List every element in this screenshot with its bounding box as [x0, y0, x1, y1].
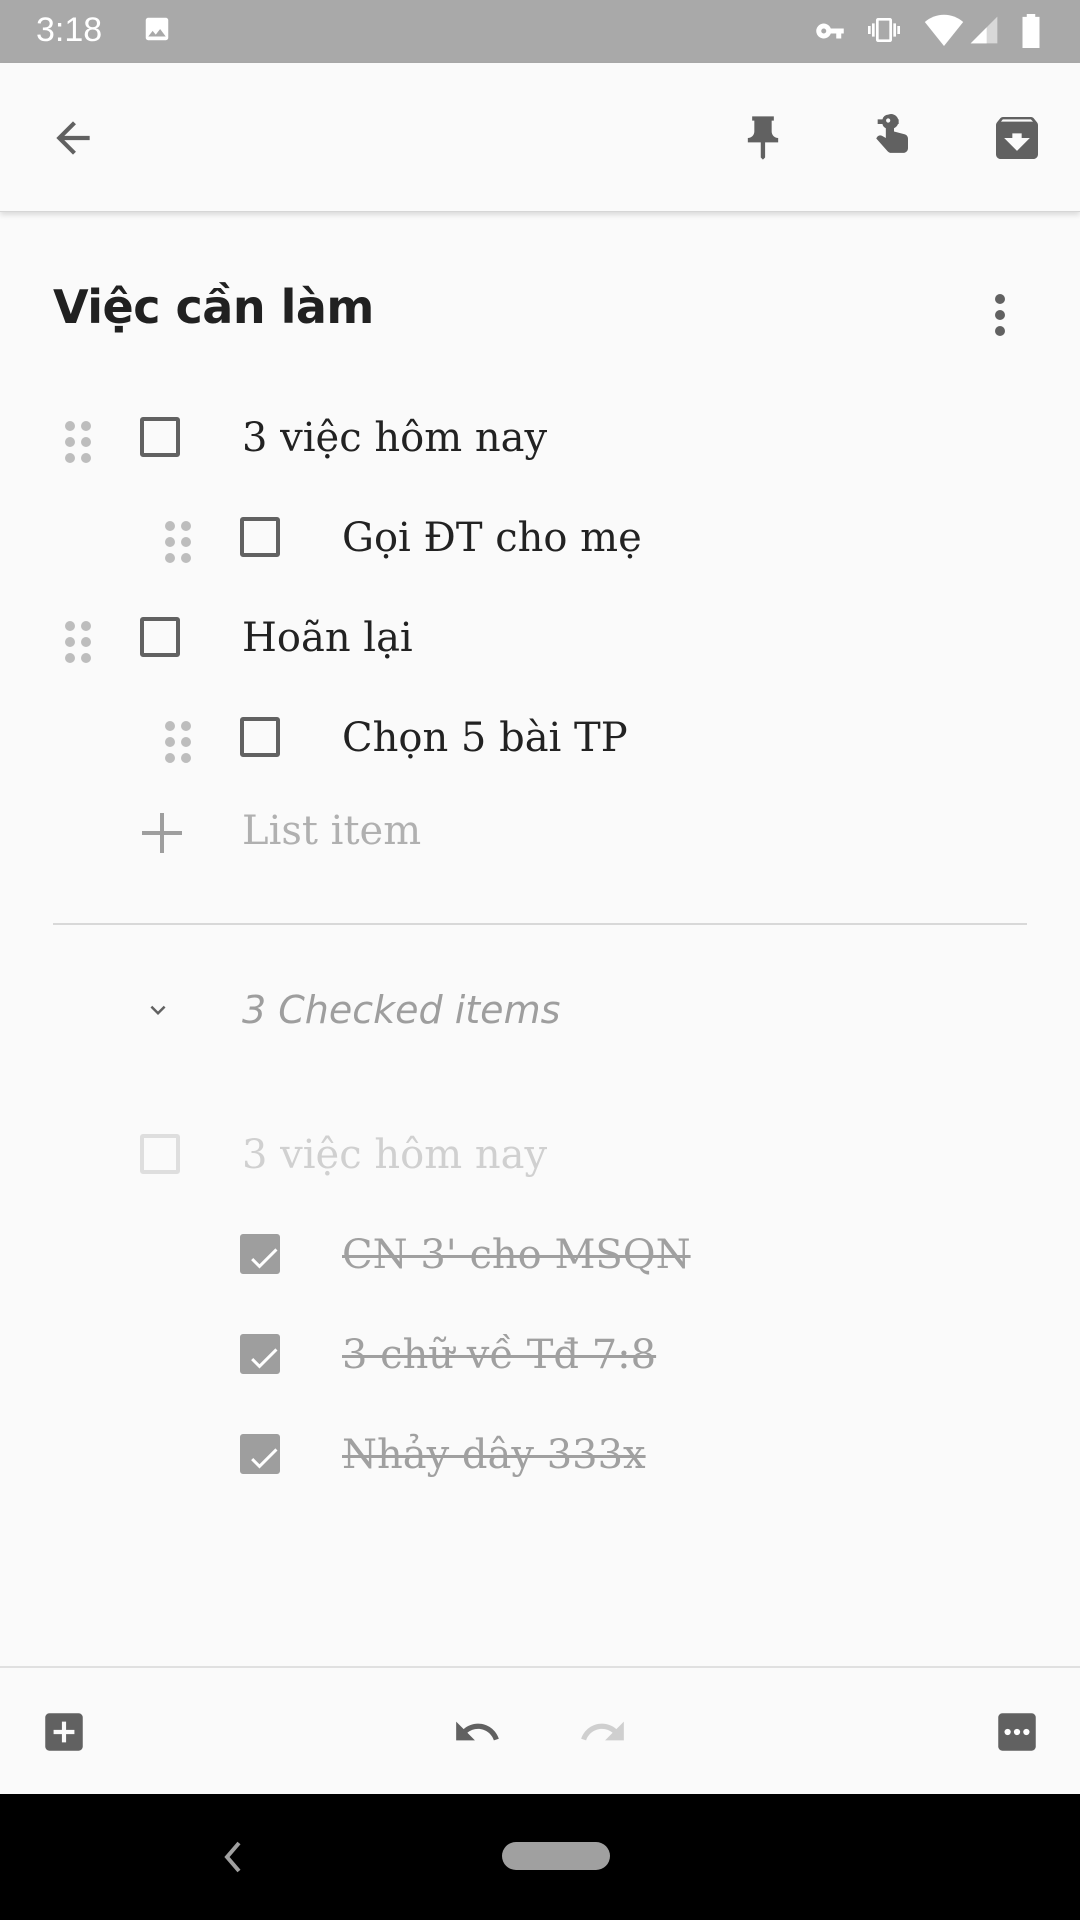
- item-checkbox-checked[interactable]: [240, 1434, 280, 1474]
- checked-items-header[interactable]: 3 Checked items: [242, 988, 560, 1032]
- status-bar: 3:18: [0, 0, 1080, 63]
- drag-handle-icon[interactable]: [164, 720, 192, 764]
- item-checkbox-checked[interactable]: [240, 1334, 280, 1374]
- item-checkbox[interactable]: [140, 417, 180, 457]
- note-more-button[interactable]: [980, 285, 1020, 345]
- back-button[interactable]: [38, 103, 108, 173]
- add-list-item[interactable]: List item: [0, 788, 1080, 878]
- wifi-icon: [924, 14, 964, 50]
- redo-icon: [581, 1721, 624, 1741]
- note-toolbar: [0, 63, 1080, 212]
- chevron-down-icon[interactable]: [140, 995, 176, 1025]
- add-icon: [142, 813, 182, 853]
- redo-button[interactable]: [568, 1697, 638, 1767]
- status-time: 3:18: [36, 11, 103, 49]
- pin-button[interactable]: [728, 103, 798, 173]
- item-text[interactable]: 3 việc hôm nay: [242, 415, 547, 461]
- item-checkbox[interactable]: [240, 717, 280, 757]
- signal-icon: [968, 14, 1000, 50]
- undo-icon: [456, 1721, 499, 1741]
- item-text[interactable]: Chọn 5 bài TP: [342, 715, 628, 761]
- list-item: 3 việc hôm nay: [0, 1112, 1080, 1202]
- item-checkbox[interactable]: [140, 1134, 180, 1174]
- add-item-placeholder[interactable]: List item: [242, 808, 421, 854]
- item-text[interactable]: Hoãn lại: [242, 615, 413, 661]
- system-nav-bar: [0, 1794, 1080, 1920]
- list-item: 3 việc hôm nay: [0, 395, 1080, 485]
- vibrate-icon: [862, 14, 906, 50]
- check-icon: [251, 1448, 278, 1469]
- reminder-icon: [876, 114, 908, 153]
- drag-handle-icon[interactable]: [64, 620, 92, 664]
- back-arrow-icon: [56, 121, 90, 155]
- list-item: 3 chữ về Tđ 7:8: [0, 1312, 1080, 1402]
- item-text[interactable]: Nhảy dây 333x: [342, 1432, 646, 1478]
- vpn-key-icon: [812, 16, 848, 50]
- reminder-button[interactable]: [852, 103, 922, 173]
- archive-button[interactable]: [982, 103, 1052, 173]
- check-icon: [251, 1348, 278, 1369]
- battery-icon: [1020, 14, 1042, 52]
- item-text[interactable]: CN 3' cho MSQN: [342, 1232, 691, 1278]
- more-horiz-icon: [998, 1713, 1036, 1751]
- more-vert-icon: [995, 294, 1005, 336]
- item-checkbox-checked[interactable]: [240, 1234, 280, 1274]
- undo-button[interactable]: [442, 1697, 512, 1767]
- list-item: Nhảy dây 333x: [0, 1412, 1080, 1502]
- bottom-action-bar: [0, 1666, 1080, 1796]
- item-checkbox[interactable]: [240, 517, 280, 557]
- home-pill[interactable]: [502, 1842, 610, 1870]
- item-text[interactable]: 3 chữ về Tđ 7:8: [342, 1332, 656, 1378]
- pin-icon: [747, 116, 779, 160]
- list-item: Gọi ĐT cho mẹ: [0, 495, 1080, 585]
- image-icon: [142, 14, 172, 48]
- drag-handle-icon[interactable]: [164, 520, 192, 564]
- list-item: CN 3' cho MSQN: [0, 1212, 1080, 1302]
- check-icon: [251, 1248, 278, 1269]
- nav-back-icon[interactable]: [222, 1840, 244, 1874]
- divider: [53, 923, 1027, 925]
- list-item: Chọn 5 bài TP: [0, 695, 1080, 785]
- list-item: Hoãn lại: [0, 595, 1080, 685]
- more-options-button[interactable]: [982, 1697, 1052, 1767]
- drag-handle-icon[interactable]: [64, 420, 92, 464]
- note-title[interactable]: Việc cần làm: [53, 280, 374, 334]
- item-text[interactable]: Gọi ĐT cho mẹ: [342, 515, 642, 561]
- item-text[interactable]: 3 việc hôm nay: [242, 1132, 547, 1178]
- item-checkbox[interactable]: [140, 617, 180, 657]
- archive-icon: [996, 117, 1038, 159]
- add-box-icon: [45, 1713, 83, 1751]
- add-content-button[interactable]: [29, 1697, 99, 1767]
